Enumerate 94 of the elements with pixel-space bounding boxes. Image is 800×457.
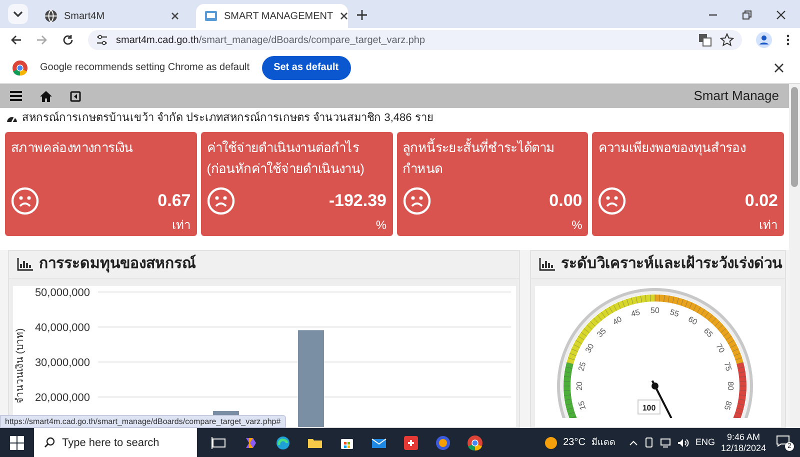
gauge-reading-background	[638, 400, 660, 414]
volume-icon[interactable]	[677, 438, 690, 448]
card-title: ความเพียงพอของทุนสำรอง	[598, 139, 747, 158]
browser-tab[interactable]: SMART MANAGEMENT	[196, 4, 348, 28]
close-icon[interactable]	[339, 11, 350, 21]
browser-tab[interactable]: Smart4M	[36, 4, 188, 28]
card-unit: %	[572, 218, 582, 232]
scrollbar-thumb[interactable]	[791, 87, 798, 187]
bar-chart-icon	[539, 258, 555, 271]
language-indicator[interactable]: ENG	[695, 436, 715, 450]
translate-icon[interactable]	[698, 33, 712, 47]
address-bar[interactable]: smart4m.cad.go.th/smart_manage/dBoards/compare_target_varz.php	[88, 30, 742, 50]
close-icon[interactable]	[774, 62, 784, 72]
card-title: สภาพคล่องทางการเงิน	[11, 139, 134, 157]
organization-info: สหกรณ์การเกษตรบ้านเขว้า จำกัด ประเภทสหกรณ์การเกษตร จำนวนสมาชิก 3,486 ราย	[22, 110, 433, 126]
globe-icon	[44, 9, 58, 23]
weather-text: มีแดด	[591, 436, 616, 449]
card-unit: %	[376, 218, 386, 232]
search-icon	[44, 437, 55, 448]
sun-icon	[545, 436, 558, 448]
card-value: 0.67	[158, 191, 191, 211]
card-title: ค่าใช้จ่ายดำเนินงานต่อกำไร (ก่อนหักค่าใช้จ่ายดำเนินงาน)	[206, 139, 366, 178]
star-icon[interactable]	[720, 33, 734, 47]
card-unit: เท่า	[172, 218, 191, 232]
gauge-tick-label: 40	[611, 314, 624, 327]
page-icon	[204, 9, 218, 23]
temperature: 23°C	[563, 436, 586, 450]
gauge-tick-label: 70	[714, 342, 726, 354]
clock-date[interactable]: 12/18/2024	[720, 442, 766, 454]
chat-icon	[776, 434, 790, 446]
menu-icon[interactable]	[10, 91, 22, 101]
card-title: ลูกหนี้ระยะสั้นที่ชำระได้ตามกำหนด	[402, 137, 556, 178]
gauge-tick-label: 30	[584, 342, 596, 354]
tab-title: Smart4M	[64, 10, 106, 24]
panel-title: ระดับวิเคราะห์และเฝ้าระวังเร่งด่วน	[561, 254, 782, 274]
panel-title: การระดมทุนของสหกรณ์	[39, 254, 196, 274]
tab-search-button[interactable]	[8, 4, 28, 24]
y-tick-label: 50,000,000	[34, 287, 90, 299]
gauge-tick-label: 35	[595, 326, 608, 340]
navbar-brand: Smart Manage	[694, 87, 779, 106]
reload-icon[interactable]	[62, 34, 74, 46]
clock-time[interactable]: 9:46 AM	[726, 432, 760, 442]
gauge-tick-label: 25	[576, 361, 588, 372]
card-value: 0.00	[549, 191, 582, 211]
gauge-reading: 100	[642, 404, 656, 412]
close-icon[interactable]	[776, 10, 786, 20]
gauge-tick-label: 20	[575, 382, 584, 390]
gauge-tick-label: 45	[630, 308, 641, 319]
home-icon[interactable]	[40, 90, 52, 102]
face-icon	[11, 187, 39, 215]
gauge-tick-label: 85	[722, 400, 734, 411]
search-field[interactable]: Type here to search	[34, 428, 197, 457]
tune-icon	[96, 34, 108, 46]
windows-icon[interactable]	[10, 436, 24, 450]
card-value: -192.39	[328, 191, 386, 211]
url-text: smart4m.cad.go.th/smart_manage/dBoards/compare_target_varz.php	[116, 34, 426, 48]
card-unit: เท่า	[759, 218, 778, 232]
gauge-tick-label: 60	[686, 314, 699, 327]
face-icon	[598, 187, 626, 215]
edge-icon[interactable]	[275, 434, 291, 450]
gauge-tick-label: 65	[702, 326, 715, 340]
back-icon[interactable]	[10, 34, 22, 46]
emblem-icon[interactable]	[435, 434, 451, 450]
card-value: 0.02	[744, 191, 778, 211]
status-url: https://smart4m.cad.go.th/smart_manage/dBoards/compare_target_varz.php#	[0, 415, 286, 428]
face-icon	[206, 187, 235, 215]
set-default-button[interactable]: Set as default	[262, 56, 351, 80]
profile-icon[interactable]	[756, 32, 772, 48]
tab-title: SMART MANAGEMENT	[224, 10, 334, 24]
app-icon[interactable]	[403, 434, 419, 450]
gauge-tick-label: 80	[726, 382, 735, 390]
gauge-tick-label: 15	[576, 400, 588, 411]
network-icon[interactable]	[660, 438, 672, 448]
restore-icon[interactable]	[742, 10, 752, 20]
y-axis-title: จำนวนเงิน (บาท)	[15, 328, 26, 404]
face-icon	[402, 187, 430, 215]
device-icon[interactable]	[644, 437, 654, 448]
collapse-icon[interactable]	[70, 90, 81, 102]
infobar-message: Google recommends setting Chrome as default	[40, 61, 250, 75]
y-tick-label: 20,000,000	[34, 392, 90, 404]
task-view-icon[interactable]	[211, 434, 227, 450]
y-tick-label: 30,000,000	[34, 357, 90, 369]
gauge-tick-label: 75	[722, 361, 734, 372]
gauge-tick-label: 55	[669, 308, 680, 319]
new-tab-icon[interactable]	[356, 9, 368, 21]
chevron-up-icon[interactable]	[629, 440, 638, 446]
chrome-icon	[12, 60, 28, 76]
scrollbar[interactable]	[789, 84, 800, 428]
bar-chart-icon	[17, 258, 33, 271]
close-icon[interactable]	[170, 11, 180, 21]
gauge-tick-label: 50	[650, 306, 660, 316]
y-tick-label: 40,000,000	[34, 322, 90, 334]
more-icon[interactable]	[786, 34, 790, 46]
chrome-icon[interactable]	[467, 434, 483, 450]
